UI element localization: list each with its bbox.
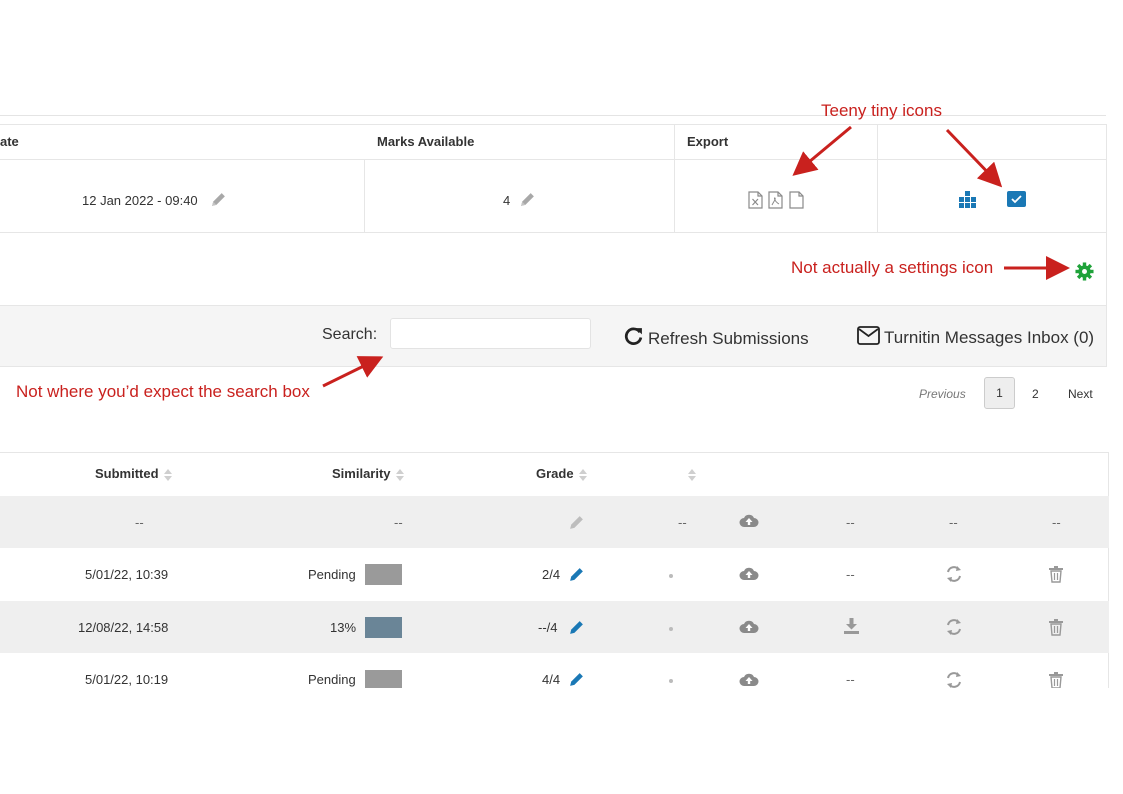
header-similarity[interactable]: Similarity xyxy=(332,466,404,481)
download-cell: -- xyxy=(846,672,855,687)
refresh-submissions-label: Refresh Submissions xyxy=(648,329,809,348)
sort-icon xyxy=(578,468,587,481)
grade-pencil-icon[interactable] xyxy=(568,619,585,641)
download-cell: -- xyxy=(846,515,855,530)
upload-cloud-icon[interactable] xyxy=(739,619,759,639)
grade-cell: 4/4 xyxy=(542,672,561,687)
search-input[interactable] xyxy=(390,318,591,349)
download-icon[interactable] xyxy=(843,617,860,640)
similarity-cell: 13% xyxy=(330,620,357,635)
export-file-icon[interactable] xyxy=(789,191,804,214)
status-cell: -- xyxy=(678,515,687,530)
trash-icon[interactable] xyxy=(1048,671,1064,688)
turnitin-inbox-button[interactable]: Turnitin Messages Inbox (0) xyxy=(857,326,1094,350)
header-export: Export xyxy=(687,134,729,149)
column-divider xyxy=(877,124,878,232)
submitted-cell: 5/01/22, 10:39 xyxy=(85,567,169,582)
refresh-submissions-button[interactable]: Refresh Submissions xyxy=(623,326,809,352)
grade-pencil-icon[interactable] xyxy=(568,514,585,536)
column-divider xyxy=(364,160,365,232)
similarity-cell: -- xyxy=(394,515,403,530)
grid-icon[interactable] xyxy=(959,191,976,213)
edit-marks-pencil-icon[interactable] xyxy=(519,191,536,213)
search-label: Search: xyxy=(322,326,378,343)
annotation-settings-icon: Not actually a settings icon xyxy=(791,258,994,277)
pagination-previous[interactable]: Previous xyxy=(919,387,966,401)
pagination-next[interactable]: Next xyxy=(1068,387,1093,401)
refresh-icon[interactable] xyxy=(945,565,963,588)
sort-icon xyxy=(395,468,404,481)
grade-pencil-icon[interactable] xyxy=(568,566,585,588)
grade-pencil-icon[interactable] xyxy=(568,671,585,688)
sort-icon xyxy=(688,468,696,481)
export-pdf-icon[interactable] xyxy=(768,191,783,214)
export-xls-icon[interactable] xyxy=(748,191,763,214)
submitted-cell: 5/01/22, 10:19 xyxy=(85,672,169,687)
trash-icon[interactable] xyxy=(1048,565,1064,588)
status-dot xyxy=(669,679,673,683)
grade-cell: 2/4 xyxy=(542,567,561,582)
header-submitted[interactable]: Submitted xyxy=(95,466,172,481)
annotation-search-box: Not where you’d expect the search box xyxy=(16,382,310,401)
refresh-icon[interactable] xyxy=(945,671,963,688)
similarity-score-bar[interactable] xyxy=(365,564,402,585)
refresh-icon[interactable] xyxy=(945,618,963,641)
similarity-cell: Pending xyxy=(308,672,356,687)
upload-cloud-icon[interactable] xyxy=(739,513,759,533)
delete-cell: -- xyxy=(1052,515,1061,530)
upload-cloud-icon[interactable] xyxy=(739,672,759,688)
annotation-tiny-icons: Teeny tiny icons xyxy=(821,101,942,120)
due-date-value: 12 Jan 2022 - 09:40 xyxy=(82,193,198,208)
refresh-icon xyxy=(623,326,644,352)
download-cell: -- xyxy=(846,567,855,582)
assignment-table-header xyxy=(0,124,1107,160)
row-divider xyxy=(0,232,1107,233)
header-marks-available: Marks Available xyxy=(377,134,475,149)
checkbox-checked-icon[interactable] xyxy=(1007,191,1026,212)
sort-icon xyxy=(163,468,172,481)
header-date: ate xyxy=(0,134,19,149)
submitted-cell: -- xyxy=(135,515,144,530)
similarity-score-bar[interactable] xyxy=(365,617,402,638)
table-row xyxy=(0,496,1109,548)
pagination-page-2[interactable]: 2 xyxy=(1032,387,1039,401)
refresh-cell: -- xyxy=(949,515,958,530)
header-grade[interactable]: Grade xyxy=(536,466,587,481)
similarity-cell: Pending xyxy=(308,567,356,582)
marks-available-value: 4 xyxy=(503,193,511,208)
status-dot xyxy=(669,574,673,578)
envelope-icon xyxy=(857,326,880,350)
submitted-cell: 12/08/22, 14:58 xyxy=(78,620,169,635)
pagination-page-1[interactable]: 1 xyxy=(984,377,1015,409)
turnitin-inbox-label: Turnitin Messages Inbox (0) xyxy=(884,328,1095,347)
header-unlabeled-sort[interactable] xyxy=(683,466,696,484)
gear-icon[interactable] xyxy=(1075,262,1094,286)
table-row: 5/01/22, 10:19 Pending 4/4 -- xyxy=(0,653,1109,688)
status-dot xyxy=(669,627,673,631)
similarity-score-bar[interactable] xyxy=(365,670,402,688)
edit-date-pencil-icon[interactable] xyxy=(210,191,227,213)
column-divider xyxy=(674,124,675,232)
trash-icon[interactable] xyxy=(1048,618,1064,641)
grade-cell: --/4 xyxy=(538,620,558,635)
upload-cloud-icon[interactable] xyxy=(739,566,759,586)
